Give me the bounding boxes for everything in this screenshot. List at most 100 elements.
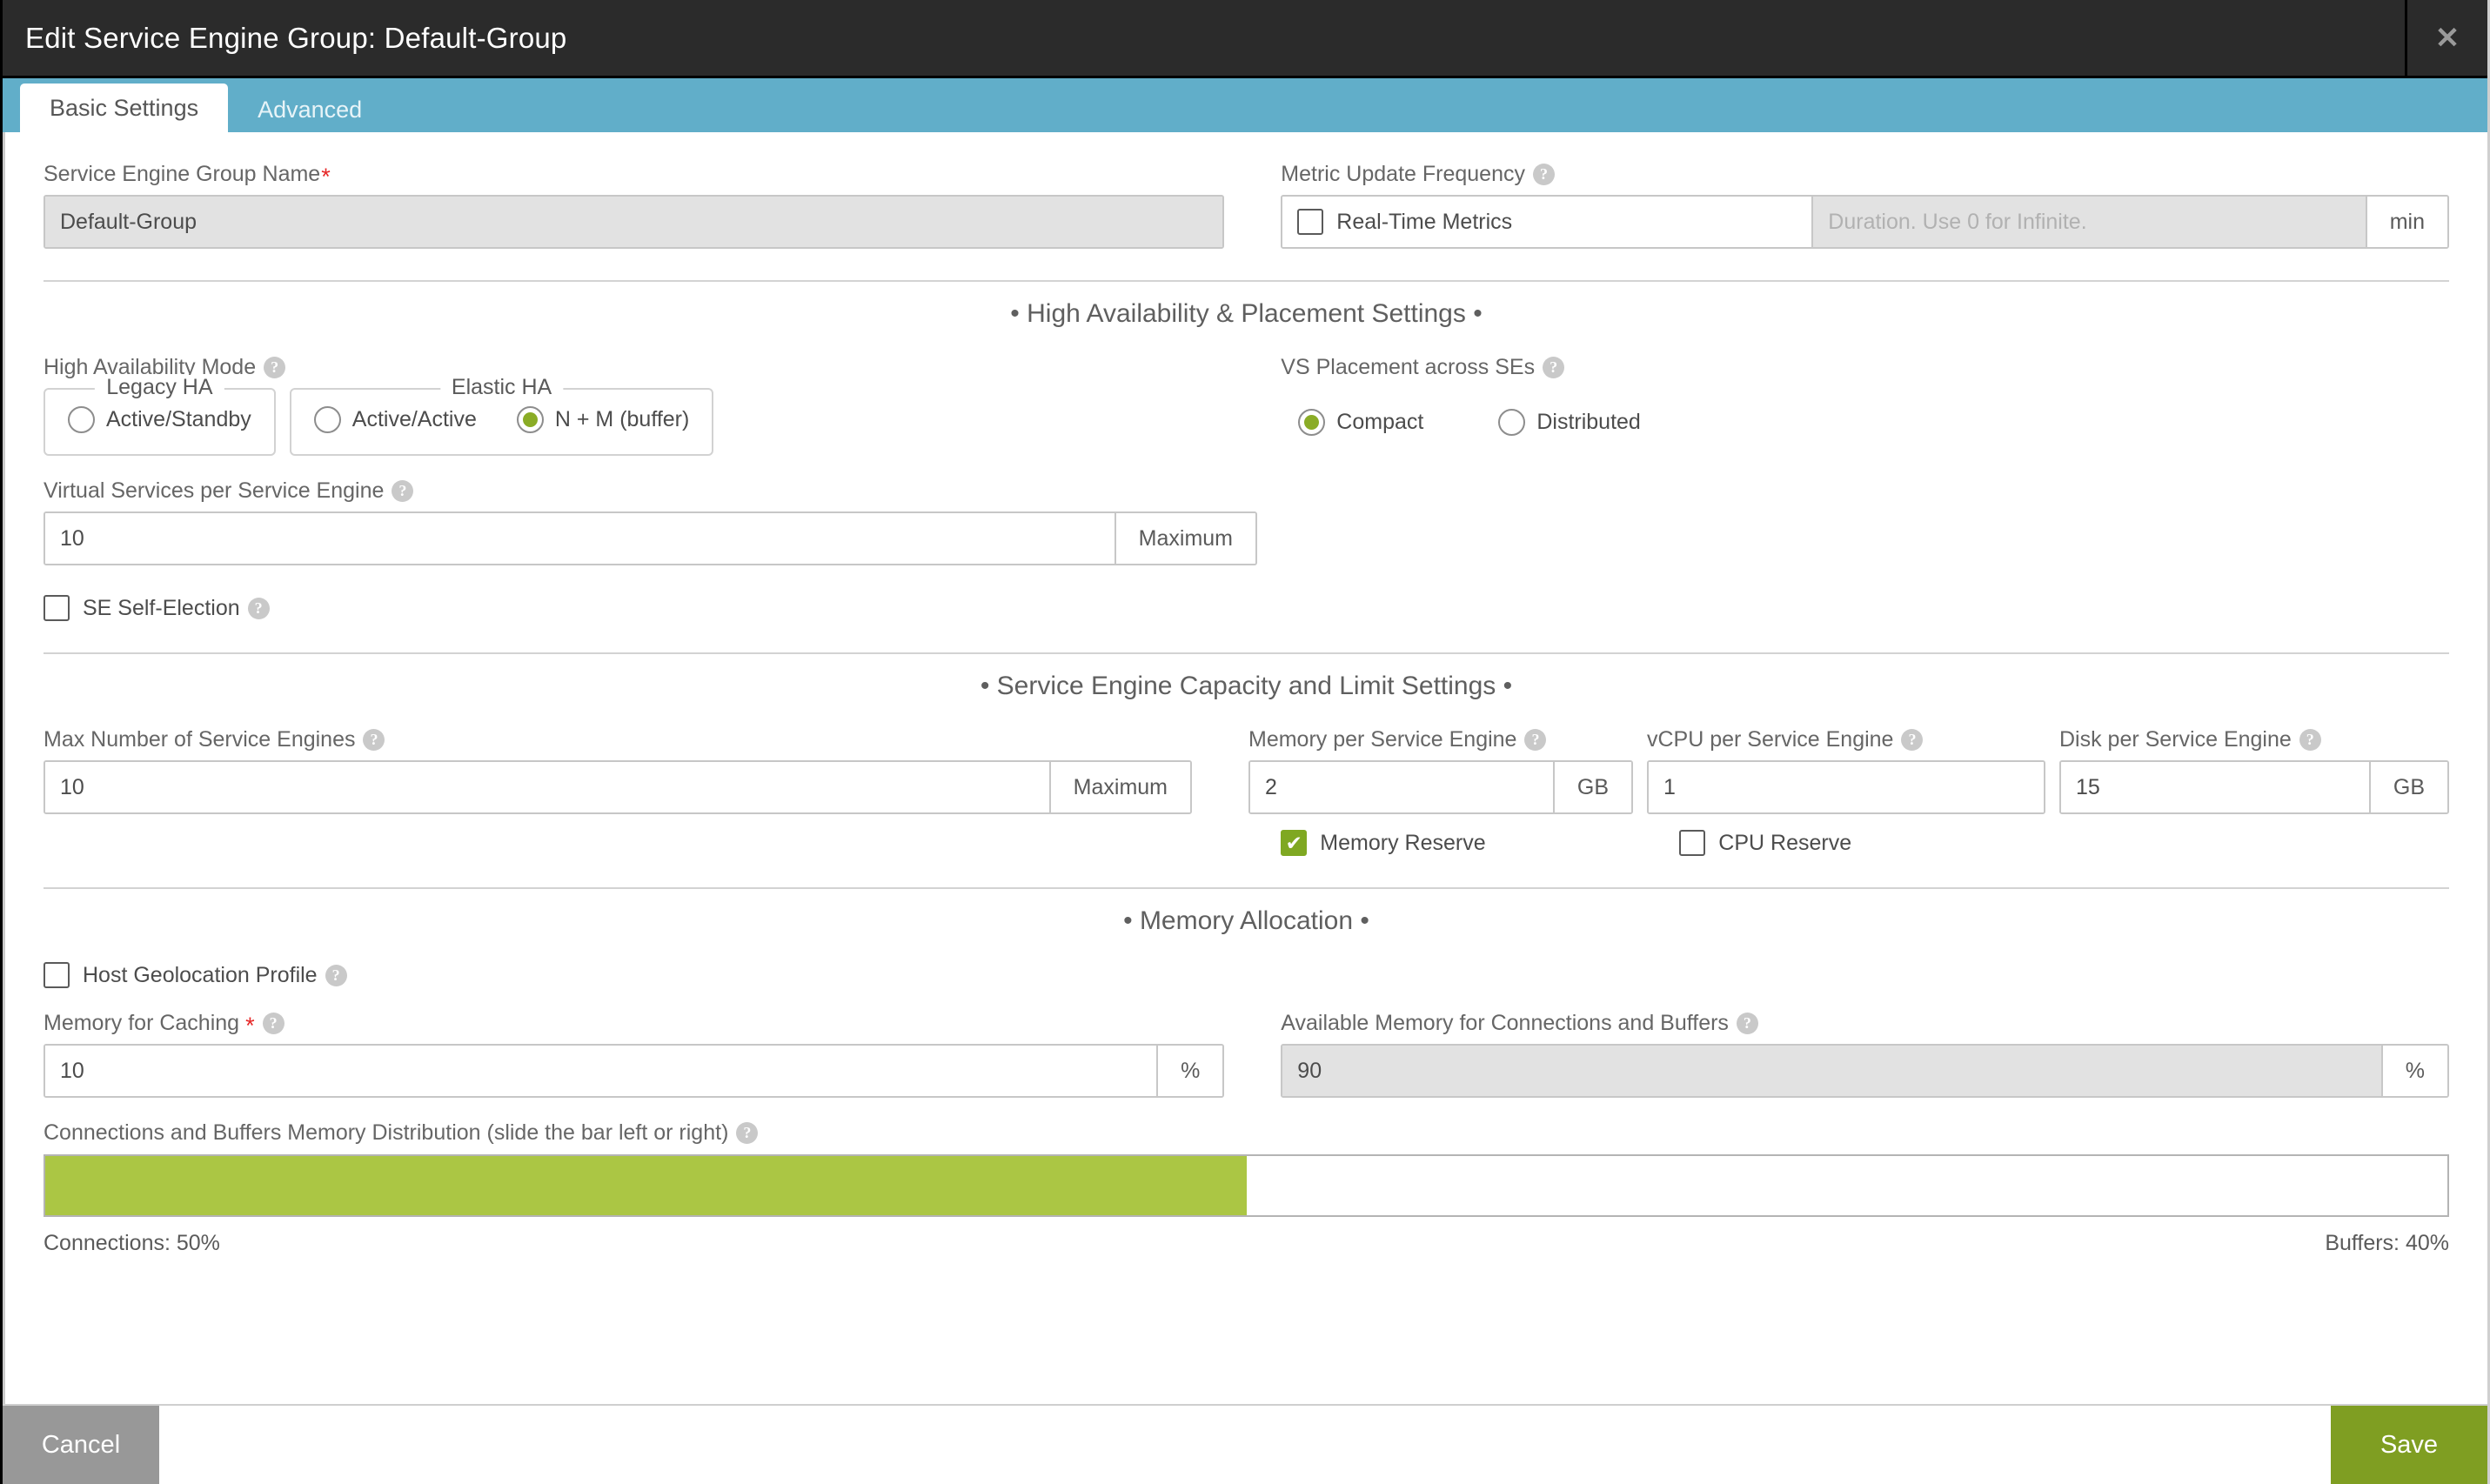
section-ha-placement: • High Availability & Placement Settings…: [44, 280, 2449, 329]
available-memory-unit: %: [2380, 1046, 2447, 1096]
memory-distribution-label: Connections and Buffers Memory Distribut…: [44, 1120, 2449, 1146]
radio-active-active-label: Active/Active: [351, 406, 477, 431]
se-self-election-row[interactable]: SE Self-Election ?: [44, 595, 2449, 621]
virtual-services-per-se-suffix: Maximum: [1114, 513, 1255, 564]
max-number-of-ses-field[interactable]: Maximum: [44, 760, 1192, 814]
vcpu-per-se-field[interactable]: [1647, 760, 2045, 814]
section-bullet-left: •: [980, 672, 990, 700]
radio-compact[interactable]: Compact: [1298, 408, 1423, 436]
memory-reserve-label: Memory Reserve: [1320, 830, 1486, 855]
real-time-metrics-checkbox[interactable]: [1297, 209, 1324, 235]
se-group-name-field[interactable]: [44, 195, 1225, 249]
section-memory-allocation-text: Memory Allocation: [1139, 906, 1354, 935]
virtual-services-per-se-group: Virtual Services per Service Engine ? Ma…: [44, 478, 1257, 565]
radio-active-active-dot[interactable]: [313, 405, 341, 433]
max-number-of-ses-input[interactable]: [45, 762, 1049, 812]
memory-distribution-group: Connections and Buffers Memory Distribut…: [44, 1120, 2449, 1256]
radio-n-plus-m-buffer[interactable]: N + M (buffer): [516, 405, 689, 433]
disk-per-se-unit: GB: [2368, 762, 2447, 812]
virtual-services-per-se-field[interactable]: Maximum: [44, 511, 1257, 565]
help-icon[interactable]: ?: [2299, 729, 2321, 751]
virtual-services-per-se-input[interactable]: [45, 513, 1114, 564]
vcpu-per-se-input[interactable]: [1649, 762, 2044, 812]
help-icon[interactable]: ?: [325, 964, 347, 986]
dialog-title: Edit Service Engine Group: Default-Group: [25, 21, 567, 54]
help-icon[interactable]: ?: [1901, 729, 1924, 751]
host-geolocation-profile-row[interactable]: Host Geolocation Profile ?: [44, 962, 2449, 988]
memory-per-se-group: Memory per Service Engine ? GB: [1248, 727, 1633, 814]
max-number-of-ses-label-text: Max Number of Service Engines: [44, 727, 356, 752]
memory-distribution-slider[interactable]: [44, 1154, 2449, 1217]
se-self-election-checkbox[interactable]: [44, 595, 70, 621]
help-icon[interactable]: ?: [1524, 729, 1547, 751]
radio-active-standby[interactable]: Active/Standby: [68, 405, 251, 433]
save-button[interactable]: Save: [2331, 1406, 2487, 1484]
metric-update-frequency-field: Real-Time Metrics min: [1281, 195, 2449, 249]
metric-duration-input[interactable]: [1813, 197, 2366, 247]
section-capacity-text: Service Engine Capacity and Limit Settin…: [996, 672, 1496, 700]
section-bullet-right: •: [1473, 299, 1483, 328]
close-icon[interactable]: ✕: [2405, 0, 2487, 76]
elastic-ha-legend: Elastic HA: [439, 375, 564, 400]
help-icon[interactable]: ?: [736, 1122, 759, 1144]
real-time-metrics-checkbox-cell[interactable]: Real-Time Metrics: [1282, 197, 1814, 247]
row-reserve-checkboxes: Memory Reserve CPU Reserve: [44, 830, 2449, 856]
memory-per-se-input[interactable]: [1250, 762, 1553, 812]
help-icon[interactable]: ?: [247, 597, 270, 619]
virtual-services-per-se-label: Virtual Services per Service Engine ?: [44, 478, 1257, 504]
help-icon[interactable]: ?: [363, 729, 385, 751]
tab-basic-settings-label: Basic Settings: [50, 94, 199, 121]
disk-per-se-field[interactable]: GB: [2059, 760, 2449, 814]
host-geolocation-profile-checkbox[interactable]: [44, 962, 70, 988]
vs-placement-options: Compact Distributed: [1281, 388, 2449, 456]
help-icon[interactable]: ?: [1543, 357, 1565, 378]
radio-compact-dot[interactable]: [1298, 408, 1326, 436]
connections-percent-label: Connections: 50%: [44, 1231, 220, 1255]
memory-reserve-row[interactable]: Memory Reserve: [1281, 830, 1665, 856]
radio-n-plus-m-buffer-dot[interactable]: [516, 405, 544, 433]
max-number-of-ses-suffix: Maximum: [1048, 762, 1190, 812]
tab-basic-settings[interactable]: Basic Settings: [20, 84, 229, 132]
memory-for-caching-field[interactable]: %: [44, 1044, 1225, 1098]
required-asterisk: *: [321, 164, 331, 190]
radio-active-standby-label: Active/Standby: [106, 406, 251, 431]
memory-distribution-slider-fill[interactable]: [45, 1156, 1247, 1215]
help-icon[interactable]: ?: [1532, 164, 1555, 185]
buffers-percent-label: Buffers: 40%: [2325, 1231, 2449, 1255]
help-icon[interactable]: ?: [262, 1013, 284, 1034]
cpu-reserve-checkbox[interactable]: [1679, 830, 1706, 856]
radio-distributed[interactable]: Distributed: [1498, 408, 1641, 436]
tab-bar: Basic Settings Advanced: [3, 78, 2487, 132]
se-group-name-field-group: Service Engine Group Name *: [44, 162, 1225, 249]
vcpu-per-se-label-text: vCPU per Service Engine: [1647, 727, 1894, 752]
memory-for-caching-group: Memory for Caching* ? %: [44, 1011, 1225, 1098]
real-time-metrics-label: Real-Time Metrics: [1336, 209, 1513, 234]
section-memory-allocation: • Memory Allocation •: [44, 887, 2449, 936]
help-icon[interactable]: ?: [1736, 1013, 1758, 1034]
memory-reserve-checkbox[interactable]: [1281, 830, 1308, 856]
help-icon[interactable]: ?: [264, 357, 286, 378]
elastic-ha-fieldset: Elastic HA Active/Active N + M (buffer): [289, 375, 714, 456]
cpu-reserve-label: CPU Reserve: [1718, 830, 1852, 855]
max-number-of-ses-group: Max Number of Service Engines ? Maximum: [44, 727, 1192, 814]
available-memory-input[interactable]: [1282, 1046, 2381, 1096]
memory-for-caching-input[interactable]: [45, 1046, 1157, 1096]
memory-for-caching-label: Memory for Caching * ?: [44, 1011, 1224, 1038]
form-content: Service Engine Group Name* Metric Update…: [5, 132, 2487, 1256]
cancel-button[interactable]: Cancel: [3, 1406, 159, 1484]
help-icon[interactable]: ?: [392, 480, 414, 502]
disk-per-se-label: Disk per Service Engine ?: [2059, 727, 2449, 752]
se-group-name-input[interactable]: [45, 197, 1223, 247]
memory-per-se-field[interactable]: GB: [1248, 760, 1633, 814]
tab-advanced[interactable]: Advanced: [228, 87, 392, 132]
cpu-reserve-row[interactable]: CPU Reserve: [1679, 830, 2078, 856]
row-capacity-fields: Max Number of Service Engines ? Maximum …: [44, 727, 2449, 814]
virtual-services-per-se-label-text: Virtual Services per Service Engine: [44, 478, 385, 503]
vs-placement-label: VS Placement across SEs ?: [1281, 355, 2449, 380]
disk-per-se-input[interactable]: [2061, 762, 2369, 812]
disk-per-se-group: Disk per Service Engine ? GB: [2059, 727, 2449, 814]
radio-active-active[interactable]: Active/Active: [313, 405, 477, 433]
radio-distributed-dot[interactable]: [1498, 408, 1526, 436]
radio-active-standby-dot[interactable]: [68, 405, 95, 433]
available-memory-field[interactable]: %: [1281, 1044, 2449, 1098]
